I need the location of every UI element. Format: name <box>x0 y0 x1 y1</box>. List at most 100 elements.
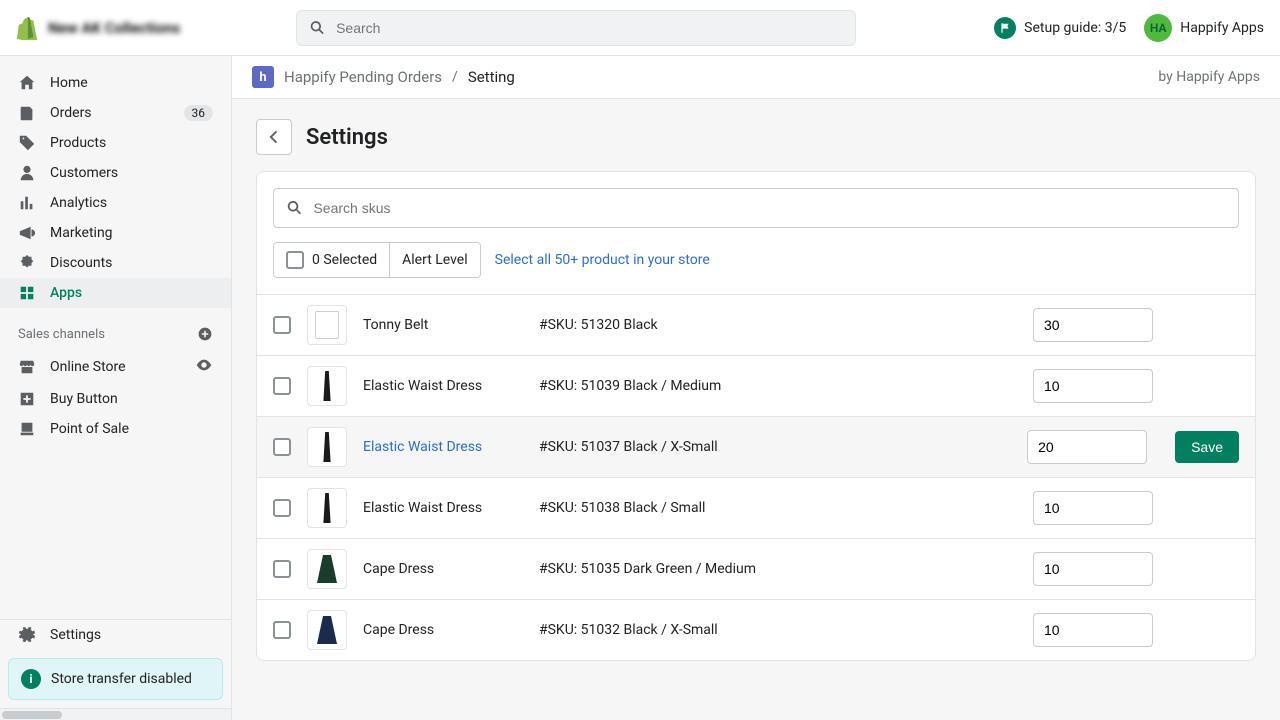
nav-discounts[interactable]: Discounts <box>0 248 231 278</box>
search-icon <box>286 199 303 217</box>
alert-qty-input[interactable] <box>1033 308 1153 342</box>
settings-label: Settings <box>50 627 101 643</box>
sales-channels-header: Sales channels <box>0 308 231 350</box>
analytics-icon <box>18 194 36 212</box>
row-checkbox[interactable] <box>273 377 291 395</box>
page-head: Settings <box>232 99 1280 171</box>
nav-apps[interactable]: Apps <box>0 278 231 308</box>
table-row: Elastic Waist Dress #SKU: 51038 Black / S… <box>257 477 1255 538</box>
sku-search-input[interactable] <box>313 200 1226 216</box>
nav-label: Apps <box>50 285 82 301</box>
product-name: Elastic Waist Dress <box>363 500 523 516</box>
byline: by Happify Apps <box>1158 69 1260 85</box>
page-title: Settings <box>306 125 388 150</box>
nav-customers[interactable]: Customers <box>0 158 231 188</box>
settings-card: 0 Selected Alert Level Select all 50+ pr… <box>256 171 1256 661</box>
toolbar: 0 Selected Alert Level Select all 50+ pr… <box>273 242 1239 278</box>
table-row: Cape Dress#SKU: 51035 Dark Green / Mediu… <box>257 538 1255 599</box>
plus-square-icon <box>18 390 36 408</box>
product-thumbnail <box>307 305 347 345</box>
alert-qty-input[interactable] <box>1027 430 1147 464</box>
channel-buy-button[interactable]: Buy Button <box>0 384 231 414</box>
product-thumbnail <box>307 427 347 467</box>
nav-marketing[interactable]: Marketing <box>0 218 231 248</box>
row-checkbox[interactable] <box>273 499 291 517</box>
nav-label: Products <box>50 135 106 151</box>
sidebar-scrollbar[interactable] <box>0 708 231 720</box>
breadcrumb-app[interactable]: Happify Pending Orders <box>284 68 442 86</box>
orders-badge: 36 <box>184 105 214 121</box>
store-name: New AK Collections <box>48 19 180 37</box>
channel-label: Buy Button <box>50 391 118 407</box>
checkbox-icon <box>286 251 304 269</box>
breadcrumb-current: Setting <box>468 68 515 86</box>
alert-qty-input[interactable] <box>1033 613 1153 647</box>
channel-label: Point of Sale <box>50 421 129 437</box>
product-thumbnail <box>307 610 347 650</box>
nav-label: Home <box>50 75 88 91</box>
breadcrumb-sep: / <box>452 69 458 85</box>
select-all-checkbox[interactable]: 0 Selected <box>274 243 389 277</box>
save-button[interactable]: Save <box>1175 431 1239 463</box>
product-sku: #SKU: 51038 Black / Small <box>539 500 1017 516</box>
search-wrap <box>296 10 994 46</box>
avatar: HA <box>1144 14 1172 42</box>
app-logo-icon: h <box>252 66 274 88</box>
product-sku: #SKU: 51035 Dark Green / Medium <box>539 561 1017 577</box>
nav-home[interactable]: Home <box>0 68 231 98</box>
add-channel-button[interactable] <box>197 326 213 342</box>
product-name[interactable]: Elastic Waist Dress <box>363 439 523 455</box>
flag-icon <box>994 17 1016 39</box>
row-checkbox[interactable] <box>273 316 291 334</box>
channel-pos[interactable]: Point of Sale <box>0 414 231 444</box>
apps-icon <box>18 284 36 302</box>
nav-label: Discounts <box>50 255 112 271</box>
back-button[interactable] <box>256 119 292 155</box>
setup-guide-link[interactable]: Setup guide: 3/5 <box>994 17 1126 39</box>
alert-qty-input[interactable] <box>1033 552 1153 586</box>
transfer-banner[interactable]: i Store transfer disabled <box>8 658 223 700</box>
global-search[interactable] <box>296 10 856 46</box>
card-controls: 0 Selected Alert Level Select all 50+ pr… <box>257 172 1255 294</box>
row-checkbox[interactable] <box>273 621 291 639</box>
nav-scroll[interactable]: Home Orders 36 Products Customers Analyt… <box>0 56 231 619</box>
nav-label: Orders <box>50 105 92 121</box>
row-checkbox[interactable] <box>273 560 291 578</box>
megaphone-icon <box>18 224 36 242</box>
arrow-left-icon <box>265 128 283 146</box>
product-name: Tonny Belt <box>363 317 523 333</box>
discount-icon <box>18 254 36 272</box>
channel-label: Online Store <box>50 359 126 375</box>
user-menu[interactable]: HA Happify Apps <box>1144 14 1264 42</box>
sku-search[interactable] <box>273 188 1239 228</box>
product-name: Elastic Waist Dress <box>363 378 523 394</box>
main[interactable]: h Happify Pending Orders / Setting by Ha… <box>232 56 1280 720</box>
table-row: Tonny Belt#SKU: 51320 Black <box>257 294 1255 355</box>
store-icon <box>18 358 36 376</box>
nav-label: Customers <box>50 165 118 181</box>
global-search-input[interactable] <box>336 20 843 36</box>
alert-qty-input[interactable] <box>1033 369 1153 403</box>
alert-level-button[interactable]: Alert Level <box>389 243 480 277</box>
nav-products[interactable]: Products <box>0 128 231 158</box>
pos-icon <box>18 420 36 438</box>
select-all-link[interactable]: Select all 50+ product in your store <box>495 252 710 268</box>
alert-qty-input[interactable] <box>1033 491 1153 525</box>
row-checkbox[interactable] <box>273 438 291 456</box>
product-sku: #SKU: 51039 Black / Medium <box>539 378 1017 394</box>
person-icon <box>18 164 36 182</box>
product-sku: #SKU: 51032 Black / X-Small <box>539 622 1017 638</box>
transfer-label: Store transfer disabled <box>51 671 192 687</box>
topbar: New AK Collections Setup guide: 3/5 HA H… <box>0 0 1280 56</box>
nav-settings[interactable]: Settings <box>0 619 231 650</box>
shopify-logo-icon <box>16 16 38 40</box>
channel-online-store[interactable]: Online Store <box>0 350 231 384</box>
orders-icon <box>18 104 36 122</box>
product-thumbnail <box>307 488 347 528</box>
view-store-icon[interactable] <box>195 356 213 378</box>
section-label: Sales channels <box>18 327 105 342</box>
table-row: Elastic Waist Dress#SKU: 51037 Black / X… <box>257 416 1255 477</box>
nav-orders[interactable]: Orders 36 <box>0 98 231 128</box>
logo-area: New AK Collections <box>16 16 296 40</box>
nav-analytics[interactable]: Analytics <box>0 188 231 218</box>
